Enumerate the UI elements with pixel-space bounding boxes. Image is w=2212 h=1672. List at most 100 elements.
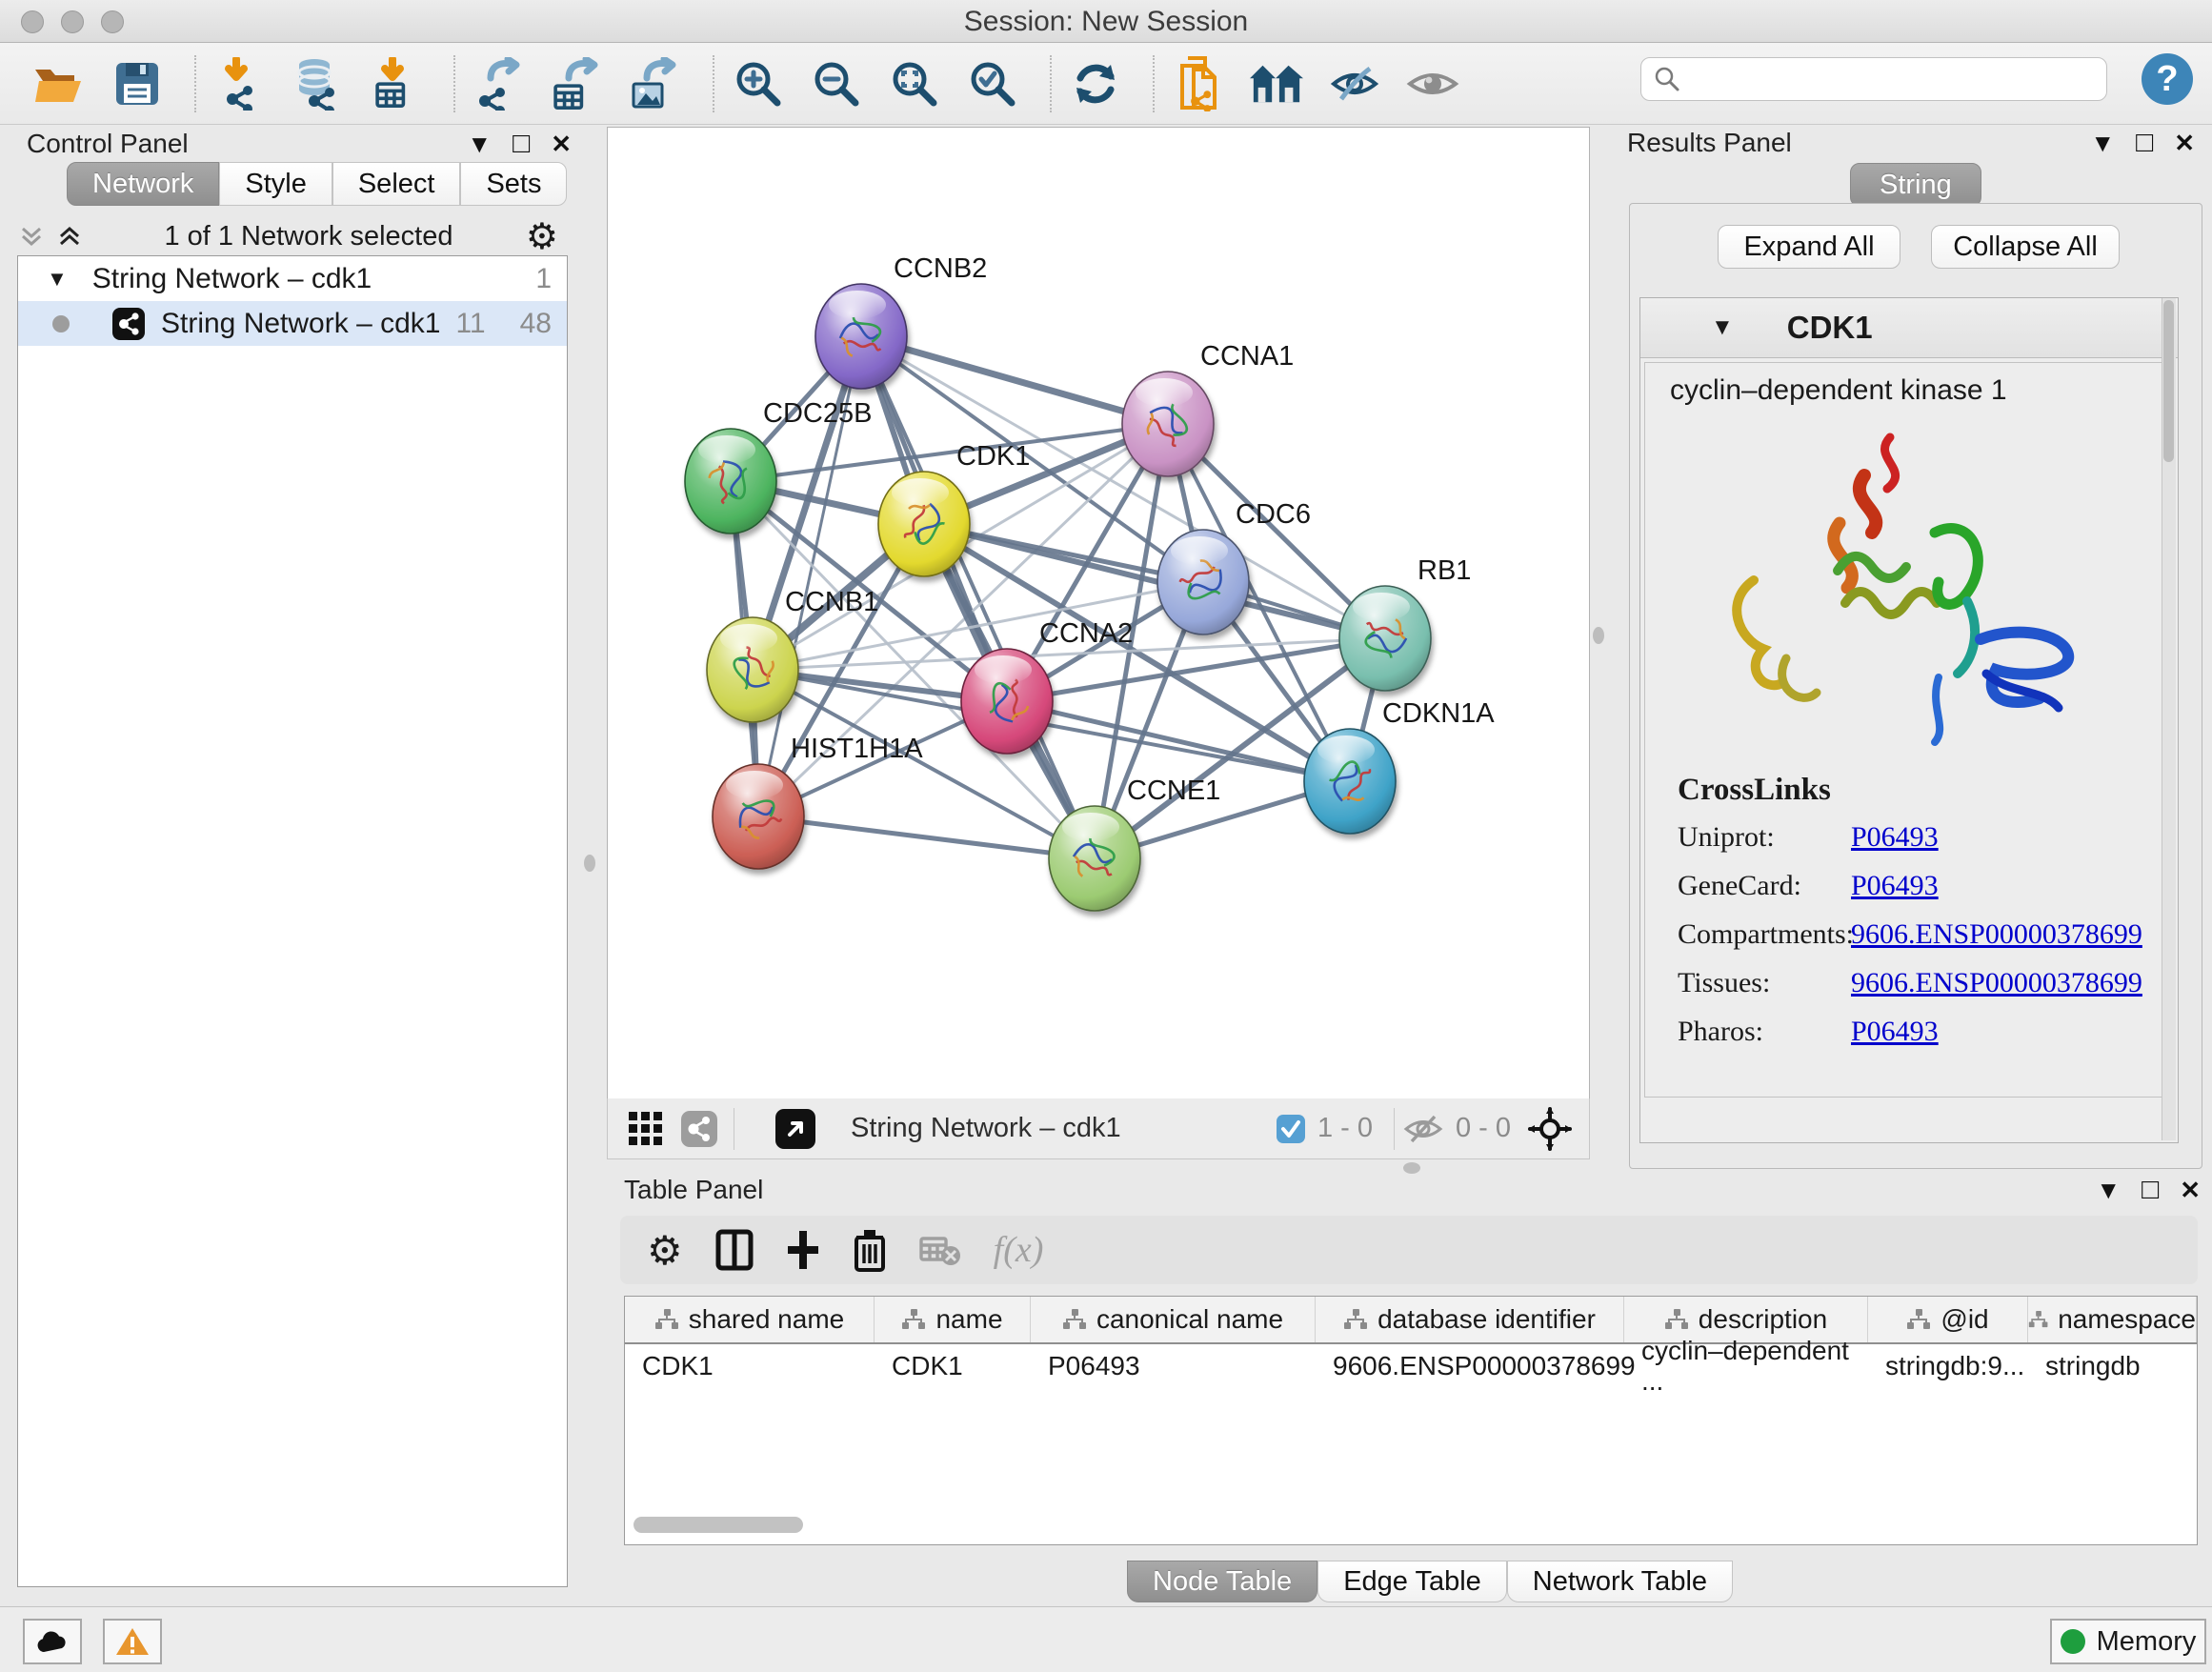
zoom-in-button[interactable] — [732, 57, 785, 111]
show-columns-button[interactable] — [715, 1229, 754, 1271]
zoom-selected-button[interactable] — [966, 57, 1019, 111]
tab-select[interactable]: Select — [332, 162, 461, 206]
zoom-out-button[interactable] — [810, 57, 863, 111]
crosslink-link[interactable]: 9606.ENSP00000378699 — [1851, 967, 2142, 999]
node-RB1[interactable]: RB1 — [1339, 555, 1471, 691]
panel-close-icon[interactable]: ✕ — [551, 130, 572, 159]
hidden-eye-slash-icon[interactable] — [1402, 1113, 1444, 1145]
results-scrollbar-thumb[interactable] — [2163, 300, 2174, 462]
tab-style[interactable]: Style — [219, 162, 332, 206]
delete-column-button[interactable] — [853, 1228, 887, 1272]
memory-button[interactable]: Memory — [2050, 1619, 2206, 1664]
search-box[interactable] — [1640, 57, 2107, 101]
column-header-shared-name[interactable]: shared name — [625, 1297, 875, 1342]
expand-all-button[interactable]: Expand All — [1718, 225, 1900, 269]
table-hscrollbar-thumb[interactable] — [633, 1517, 803, 1533]
tab-network[interactable]: Network — [67, 162, 219, 206]
table-tab-node-table[interactable]: Node Table — [1127, 1561, 1317, 1602]
refresh-button[interactable] — [1069, 57, 1122, 111]
node-label-CDC25B: CDC25B — [763, 398, 872, 429]
panel-menu-icon[interactable]: ▼ — [467, 130, 492, 159]
node-CCNA1[interactable]: CCNA1 — [1122, 341, 1294, 476]
panel-float-icon[interactable]: □ — [2142, 1174, 2159, 1206]
edge-CCNB2-CCNA1[interactable] — [861, 336, 1168, 424]
crosslink-link[interactable]: P06493 — [1851, 821, 1939, 854]
selected-checkbox-icon[interactable] — [1276, 1114, 1306, 1144]
node-table[interactable]: shared namenamecanonical namedatabase id… — [624, 1296, 2198, 1545]
crosslink-link[interactable]: 9606.ENSP00000378699 — [1851, 918, 2142, 951]
node-CDKN1A[interactable]: CDKN1A — [1304, 698, 1495, 834]
column-header-namespace[interactable]: namespace — [2028, 1297, 2197, 1342]
panel-close-icon[interactable]: ✕ — [2174, 129, 2195, 158]
open-session-button[interactable] — [32, 57, 86, 111]
edge-CDK1-RB1[interactable] — [924, 524, 1385, 638]
edge-HIST1H1A-CCNE1[interactable] — [758, 816, 1095, 858]
column-header-name[interactable]: name — [875, 1297, 1031, 1342]
cloud-button[interactable] — [23, 1619, 82, 1664]
network-view-canvas[interactable]: CCNB2 CCNA1 CDC25B CDK1 CDC6 RB1 CCNB1 C… — [607, 127, 1590, 1099]
table-tab-network-table[interactable]: Network Table — [1507, 1561, 1733, 1602]
warnings-button[interactable] — [103, 1619, 162, 1664]
collapse-all-button[interactable]: Collapse All — [1931, 225, 2120, 269]
table-cell[interactable]: 9606.ENSP00000378699 — [1316, 1344, 1624, 1388]
right-splitter-handle[interactable] — [1593, 627, 1604, 644]
panel-menu-icon[interactable]: ▼ — [2090, 129, 2115, 158]
column-header-canonical-name[interactable]: canonical name — [1031, 1297, 1316, 1342]
network-collection-row[interactable]: ▼ String Network – cdk1 1 — [18, 256, 567, 301]
gene-section-header[interactable]: ▼ CDK1 — [1640, 298, 2178, 358]
left-splitter-handle[interactable] — [584, 855, 595, 872]
collapse-all-networks-icon[interactable] — [19, 223, 44, 250]
string-network-graph[interactable]: CCNB2 CCNA1 CDC25B CDK1 CDC6 RB1 CCNB1 C… — [608, 128, 1589, 1098]
help-button[interactable]: ? — [2142, 53, 2193, 105]
birdseye-view-icon[interactable] — [774, 1108, 816, 1150]
show-eye-button[interactable] — [1406, 57, 1459, 111]
network-row[interactable]: String Network – cdk1 11 48 — [18, 301, 567, 346]
expand-all-networks-icon[interactable] — [57, 223, 82, 250]
copy-network-button[interactable] — [1172, 57, 1225, 111]
panel-float-icon[interactable]: □ — [2136, 127, 2153, 159]
table-cell[interactable]: stringdb:9... — [1868, 1344, 2028, 1388]
table-hscrollbar[interactable] — [624, 1515, 2194, 1536]
home-button[interactable] — [1250, 57, 1303, 111]
search-input[interactable] — [1681, 64, 2085, 95]
disclosure-triangle-icon[interactable]: ▼ — [47, 267, 68, 292]
table-tab-edge-table[interactable]: Edge Table — [1317, 1561, 1507, 1602]
crosslink-link[interactable]: P06493 — [1851, 1016, 1939, 1048]
results-scrollbar[interactable] — [2162, 298, 2176, 1140]
fit-crosshair-icon[interactable] — [1528, 1107, 1572, 1151]
export-image-button[interactable] — [629, 57, 682, 111]
export-table-button[interactable] — [551, 57, 604, 111]
gene-disclosure-triangle-icon[interactable]: ▼ — [1711, 314, 1734, 341]
column-header-database-identifier[interactable]: database identifier — [1316, 1297, 1624, 1342]
results-tab-string[interactable]: String — [1850, 163, 1981, 207]
node-CCNB1[interactable]: CCNB1 — [707, 587, 878, 722]
table-cell[interactable]: stringdb — [2028, 1344, 2197, 1388]
table-row[interactable]: CDK1CDK1P064939606.ENSP00000378699cyclin… — [625, 1344, 2197, 1388]
table-cell[interactable]: CDK1 — [875, 1344, 1031, 1388]
node-HIST1H1A[interactable]: HIST1H1A — [713, 734, 923, 869]
table-cell[interactable]: CDK1 — [625, 1344, 875, 1388]
table-cell[interactable]: cyclin–dependent ... — [1624, 1344, 1868, 1388]
panel-menu-icon[interactable]: ▼ — [2096, 1176, 2121, 1205]
table-settings-gear-button[interactable]: ⚙ — [647, 1227, 683, 1274]
add-column-button[interactable] — [786, 1229, 820, 1271]
network-options-gear-icon[interactable]: ⚙ — [526, 215, 558, 258]
edge-CCNB2-CCNE1[interactable] — [861, 336, 1095, 858]
import-network-database-button[interactable] — [292, 57, 345, 111]
crosslink-link[interactable]: P06493 — [1851, 870, 1939, 902]
save-session-button[interactable] — [111, 57, 164, 111]
table-cell[interactable]: P06493 — [1031, 1344, 1316, 1388]
import-network-file-button[interactable] — [213, 57, 267, 111]
import-table-file-button[interactable] — [370, 57, 423, 111]
hide-eye-slash-button[interactable] — [1328, 57, 1381, 111]
zoom-fit-button[interactable] — [888, 57, 941, 111]
tab-sets[interactable]: Sets — [460, 162, 567, 206]
grid-view-icon[interactable] — [627, 1110, 665, 1148]
bottom-splitter-handle[interactable] — [1403, 1162, 1420, 1174]
panel-close-icon[interactable]: ✕ — [2180, 1176, 2201, 1205]
column-header-@id[interactable]: @id — [1868, 1297, 2028, 1342]
string-app-gray-icon[interactable] — [680, 1110, 718, 1148]
export-network-button[interactable] — [473, 57, 526, 111]
panel-float-icon[interactable]: □ — [513, 128, 530, 160]
node-CCNE1[interactable]: CCNE1 — [1049, 776, 1220, 911]
